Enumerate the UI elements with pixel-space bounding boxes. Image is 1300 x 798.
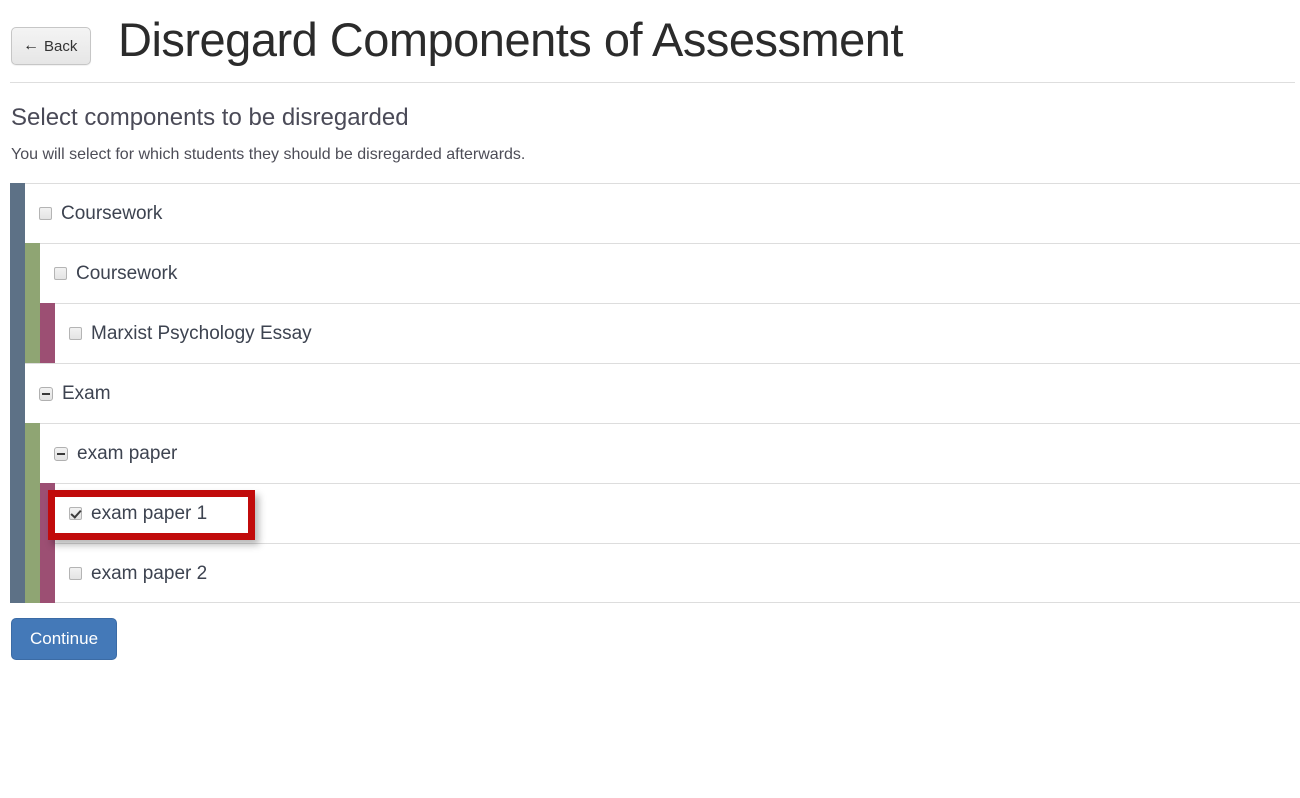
tree-row[interactable]: exam paper 1 <box>10 483 1300 544</box>
section-heading: Select components to be disregarded <box>11 104 409 131</box>
tree-row-label: exam paper 1 <box>91 503 208 524</box>
tree-row-label: Exam <box>62 383 111 404</box>
nesting-rail-level-2 <box>25 423 40 484</box>
nesting-rail-level-3 <box>40 483 55 544</box>
page-header: ← Back Disregard Components of Assessmen… <box>0 0 1300 83</box>
nesting-rail-level-2 <box>25 543 40 603</box>
tree-row-label: Coursework <box>61 203 163 224</box>
checkbox-unchecked[interactable] <box>39 207 52 220</box>
nesting-rail-level-3 <box>40 303 55 364</box>
nesting-rail-level-1 <box>10 183 25 244</box>
component-tree: Coursework Coursework Marxist Psychology E… <box>10 183 1300 603</box>
tree-row-label: Marxist Psychology Essay <box>91 323 312 344</box>
continue-button-label: Continue <box>30 629 99 648</box>
tree-row-label: exam paper <box>77 443 178 464</box>
header-divider <box>10 82 1295 83</box>
tree-row[interactable]: exam paper 2 <box>10 543 1300 603</box>
nesting-rail-level-1 <box>10 363 25 424</box>
tree-row-content: Exam <box>25 364 1300 423</box>
nesting-rail-level-1 <box>10 543 25 603</box>
page-title: Disregard Components of Assessment <box>118 13 903 66</box>
tree-row-label: exam paper 2 <box>91 562 208 584</box>
checkbox-unchecked[interactable] <box>69 566 82 580</box>
tree-row[interactable]: exam paper <box>10 423 1300 484</box>
continue-button[interactable]: Continue <box>11 618 118 660</box>
checkbox-checked[interactable] <box>69 507 82 520</box>
nesting-rail-level-2 <box>25 483 40 544</box>
nesting-rail-level-2 <box>25 303 40 364</box>
nesting-rail-level-1 <box>10 303 25 364</box>
tree-row-content: exam paper <box>40 424 1300 483</box>
tree-row[interactable]: Marxist Psychology Essay <box>10 303 1300 364</box>
tree-row-content: exam paper 2 <box>55 544 1300 602</box>
tree-row[interactable]: Coursework <box>10 183 1300 244</box>
back-button[interactable]: ← Back <box>11 27 92 65</box>
back-button-label: Back <box>44 37 78 55</box>
nesting-rail-level-1 <box>10 483 25 544</box>
checkbox-unchecked[interactable] <box>69 327 82 340</box>
section-subtext: You will select for which students they … <box>11 146 526 163</box>
tree-row-label: Coursework <box>76 263 178 284</box>
nesting-rail-level-3 <box>40 543 55 603</box>
nesting-rail-level-1 <box>10 243 25 304</box>
tree-row-content: Marxist Psychology Essay <box>55 304 1300 363</box>
tree-row[interactable]: Exam <box>10 363 1300 424</box>
tree-row-content: exam paper 1 <box>55 484 1300 543</box>
tree-row[interactable]: Coursework <box>10 243 1300 304</box>
collapse-toggle-icon[interactable] <box>39 386 53 401</box>
tree-row-content: Coursework <box>25 184 1300 243</box>
arrow-left-icon: ← <box>23 37 39 54</box>
checkbox-unchecked[interactable] <box>54 267 67 280</box>
nesting-rail-level-1 <box>10 423 25 484</box>
tree-row-content: Coursework <box>40 244 1300 303</box>
nesting-rail-level-2 <box>25 243 40 304</box>
collapse-toggle-icon[interactable] <box>54 446 68 461</box>
